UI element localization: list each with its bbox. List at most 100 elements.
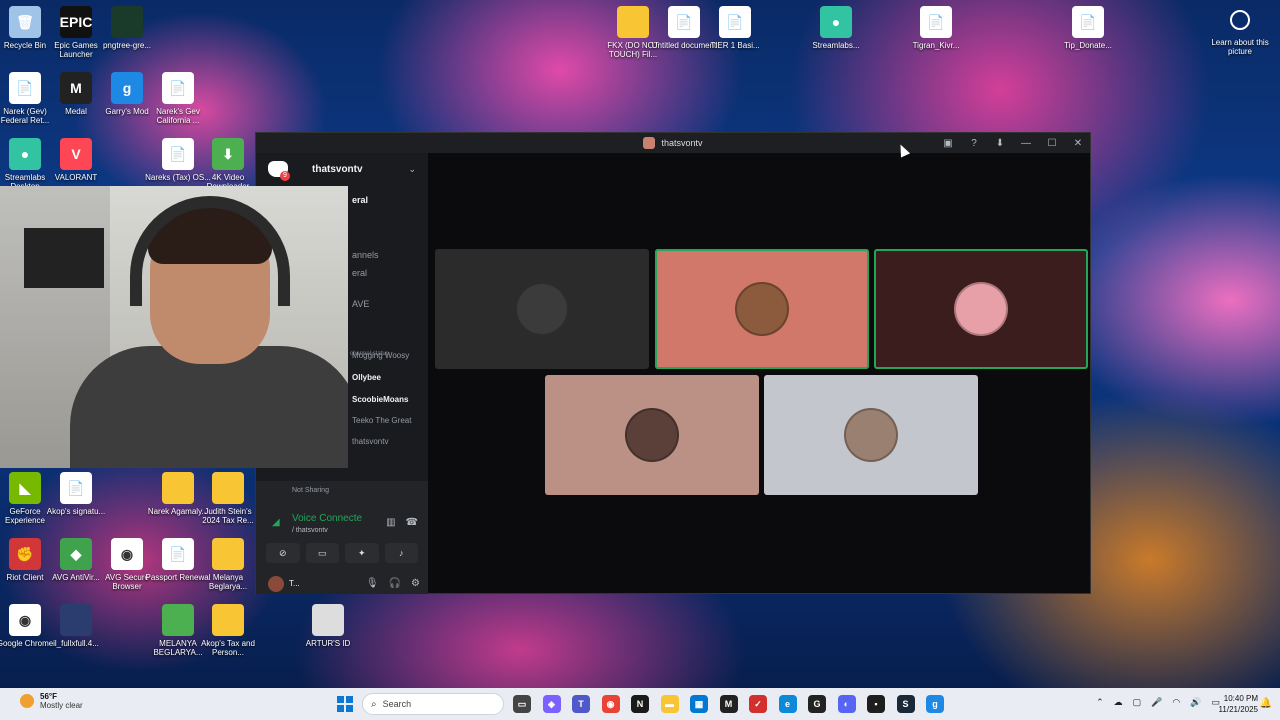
- app-n-icon[interactable]: N: [631, 695, 649, 713]
- user-panel: T... 🎙 🎧 ⚙: [256, 573, 428, 594]
- desktop-shortcut[interactable]: 📄 Akop's signatu...: [43, 472, 109, 516]
- desktop-shortcut-label: Streamlabs...: [812, 41, 860, 50]
- voice-channels-category[interactable]: annels: [352, 250, 379, 260]
- disconnect-icon[interactable]: ☎: [406, 517, 418, 528]
- desktop-shortcut[interactable]: 📄 TIER 1 Basi...: [702, 6, 768, 50]
- teams-icon[interactable]: T: [572, 695, 590, 713]
- minimize-button[interactable]: —: [1020, 138, 1032, 149]
- camera-off-button[interactable]: ⊘: [266, 543, 300, 563]
- file-explorer-icon[interactable]: ▬: [660, 695, 679, 713]
- headphones-icon[interactable]: 🎧: [389, 578, 401, 589]
- taskbar: 56°F Mostly clear ⌕ Search ▭ ◈ T ◉ N ▬ ▦ M ✓ e G ◐ ▪…: [0, 688, 1280, 720]
- server-header[interactable]: 9 thatsvontv ⌄: [256, 153, 428, 185]
- voice-user[interactable]: thatsvontv: [352, 437, 388, 446]
- voice-user[interactable]: ScoobieMoans: [352, 395, 408, 404]
- username[interactable]: T...: [289, 579, 300, 588]
- desktop-shortcut-label: Medal: [65, 107, 87, 116]
- app-tray-icon[interactable]: ▢: [1133, 697, 1142, 708]
- tile-user-2[interactable]: [655, 249, 869, 369]
- riot-client-icon: ✊: [9, 538, 41, 570]
- desktop-shortcut[interactable]: 📄 Tip_Donate...: [1055, 6, 1121, 50]
- desktop-shortcut[interactable]: Melanya Beglarya...: [195, 538, 261, 591]
- clock[interactable]: 10:40 PM 11/21/2025: [1219, 693, 1258, 715]
- desktop-shortcut[interactable]: ⬇4K Video Downloader: [195, 138, 261, 191]
- signal-icon[interactable]: ◢: [272, 517, 280, 528]
- tile-user-3[interactable]: [874, 249, 1088, 369]
- cloud-icon[interactable]: ☁: [1114, 697, 1123, 708]
- desktop-shortcut[interactable]: ARTUR'S ID: [295, 604, 361, 648]
- avatar: [954, 282, 1008, 336]
- copilot-icon[interactable]: ◈: [542, 695, 561, 713]
- avatar[interactable]: [268, 575, 284, 592]
- webcam-overlay: [0, 186, 348, 468]
- person-hoodie: [70, 346, 348, 468]
- tile-user-4[interactable]: [545, 375, 759, 495]
- maximize-button[interactable]: ☐: [1046, 138, 1058, 149]
- voice-controls: ▥ ☎: [386, 517, 418, 528]
- download-icon[interactable]: ⬇: [994, 138, 1006, 149]
- start-button[interactable]: [337, 696, 353, 712]
- image-file-icon: [60, 604, 92, 636]
- streamlabs-taskbar-icon[interactable]: ▪: [867, 695, 885, 713]
- inbox-icon[interactable]: ▣: [942, 138, 954, 149]
- voice-user[interactable]: Teeko The Great: [352, 416, 411, 425]
- close-button[interactable]: ✕: [1072, 138, 1084, 149]
- folder-icon: [617, 6, 649, 38]
- channel-general-text[interactable]: eral: [352, 195, 368, 205]
- desktop-shortcut[interactable]: 📄 Tigran_Kivr...: [903, 6, 969, 50]
- tile-user-1[interactable]: [435, 249, 649, 369]
- garrys-mod-taskbar-icon[interactable]: g: [926, 695, 944, 713]
- search-bar[interactable]: ⌕ Search: [362, 693, 504, 715]
- task-view-icon[interactable]: ▭: [513, 695, 531, 713]
- volume-icon[interactable]: 🔊: [1190, 697, 1201, 708]
- learn-about-picture[interactable]: Learn about this picture: [1206, 10, 1274, 56]
- search-icon: ⌕: [371, 698, 377, 710]
- window-controls: ▣ ? ⬇ — ☐ ✕: [942, 133, 1084, 153]
- desktop-shortcut-label: ARTUR'S ID: [305, 639, 351, 648]
- voice-connected-label[interactable]: Voice Connecte: [292, 513, 362, 524]
- avatar: [515, 282, 569, 336]
- store-icon[interactable]: ▦: [690, 695, 708, 713]
- voice-user[interactable]: Ollybee: [352, 373, 381, 382]
- desktop-shortcut[interactable]: pngtree-gre...: [94, 6, 160, 50]
- category-save[interactable]: AVE: [352, 299, 369, 309]
- steam-icon[interactable]: S: [896, 695, 915, 713]
- discord-window: thatsvontv ▣ ? ⬇ — ☐ ✕ 9 thatsvontv ⌄ er…: [255, 132, 1091, 594]
- weather-widget[interactable]: 56°F Mostly clear: [20, 692, 83, 710]
- discord-taskbar-icon[interactable]: ◐: [837, 695, 856, 713]
- desktop-shortcut-label: Narek's Gev California ...: [156, 107, 200, 125]
- help-icon[interactable]: ?: [968, 138, 980, 149]
- desktop-shortcut[interactable]: V VALORANT: [43, 138, 109, 182]
- tile-user-5[interactable]: [764, 375, 978, 495]
- microphone-icon[interactable]: 🎙: [366, 578, 379, 589]
- settings-gear-icon[interactable]: ⚙: [411, 578, 420, 589]
- wifi-icon[interactable]: ◠: [1172, 697, 1180, 708]
- noise-suppression-icon[interactable]: ▥: [386, 517, 395, 528]
- edge-icon[interactable]: e: [778, 695, 797, 713]
- document-icon: 📄: [668, 6, 700, 38]
- microphone-tray-icon[interactable]: 🎤: [1151, 697, 1162, 708]
- headset: [130, 196, 290, 306]
- chevron-up-icon[interactable]: ⌃: [1096, 697, 1104, 708]
- notification-bell-icon[interactable]: 🔔: [1260, 698, 1272, 709]
- screen-share-button[interactable]: ▭: [305, 543, 339, 563]
- window-titlebar: thatsvontv ▣ ? ⬇ — ☐ ✕: [256, 133, 1090, 153]
- g-app-icon[interactable]: G: [808, 695, 826, 713]
- desktop-shortcut[interactable]: Akop's Tax and Person...: [195, 604, 261, 657]
- voice-channel-path[interactable]: / thatsvontv: [292, 527, 328, 534]
- activities-button[interactable]: ✦: [345, 543, 379, 563]
- desktop-shortcut[interactable]: 📄 Narek's Gev California ...: [145, 72, 211, 125]
- check-app-icon[interactable]: ✓: [749, 695, 767, 713]
- chevron-down-icon[interactable]: ⌄: [408, 164, 416, 175]
- soundboard-button[interactable]: ♪: [384, 543, 418, 563]
- medal-taskbar-icon[interactable]: M: [719, 695, 738, 713]
- chrome-taskbar-icon[interactable]: ◉: [601, 695, 620, 713]
- desktop-shortcut[interactable]: il_fullxfull.4...: [43, 604, 109, 648]
- voice-user[interactable]: Mogging Woosy: [352, 351, 409, 360]
- desktop-shortcut[interactable]: ● Streamlabs...: [803, 6, 869, 50]
- channel-general-voice[interactable]: eral: [352, 268, 367, 278]
- desktop-shortcut[interactable]: Judith Stein's 2024 Tax Re...: [195, 472, 261, 525]
- desktop-shortcut-label: Melanya Beglarya...: [208, 573, 248, 591]
- desktop-shortcut-label: TIER 1 Basi...: [710, 41, 760, 50]
- learn-label: Learn about this picture: [1211, 38, 1269, 56]
